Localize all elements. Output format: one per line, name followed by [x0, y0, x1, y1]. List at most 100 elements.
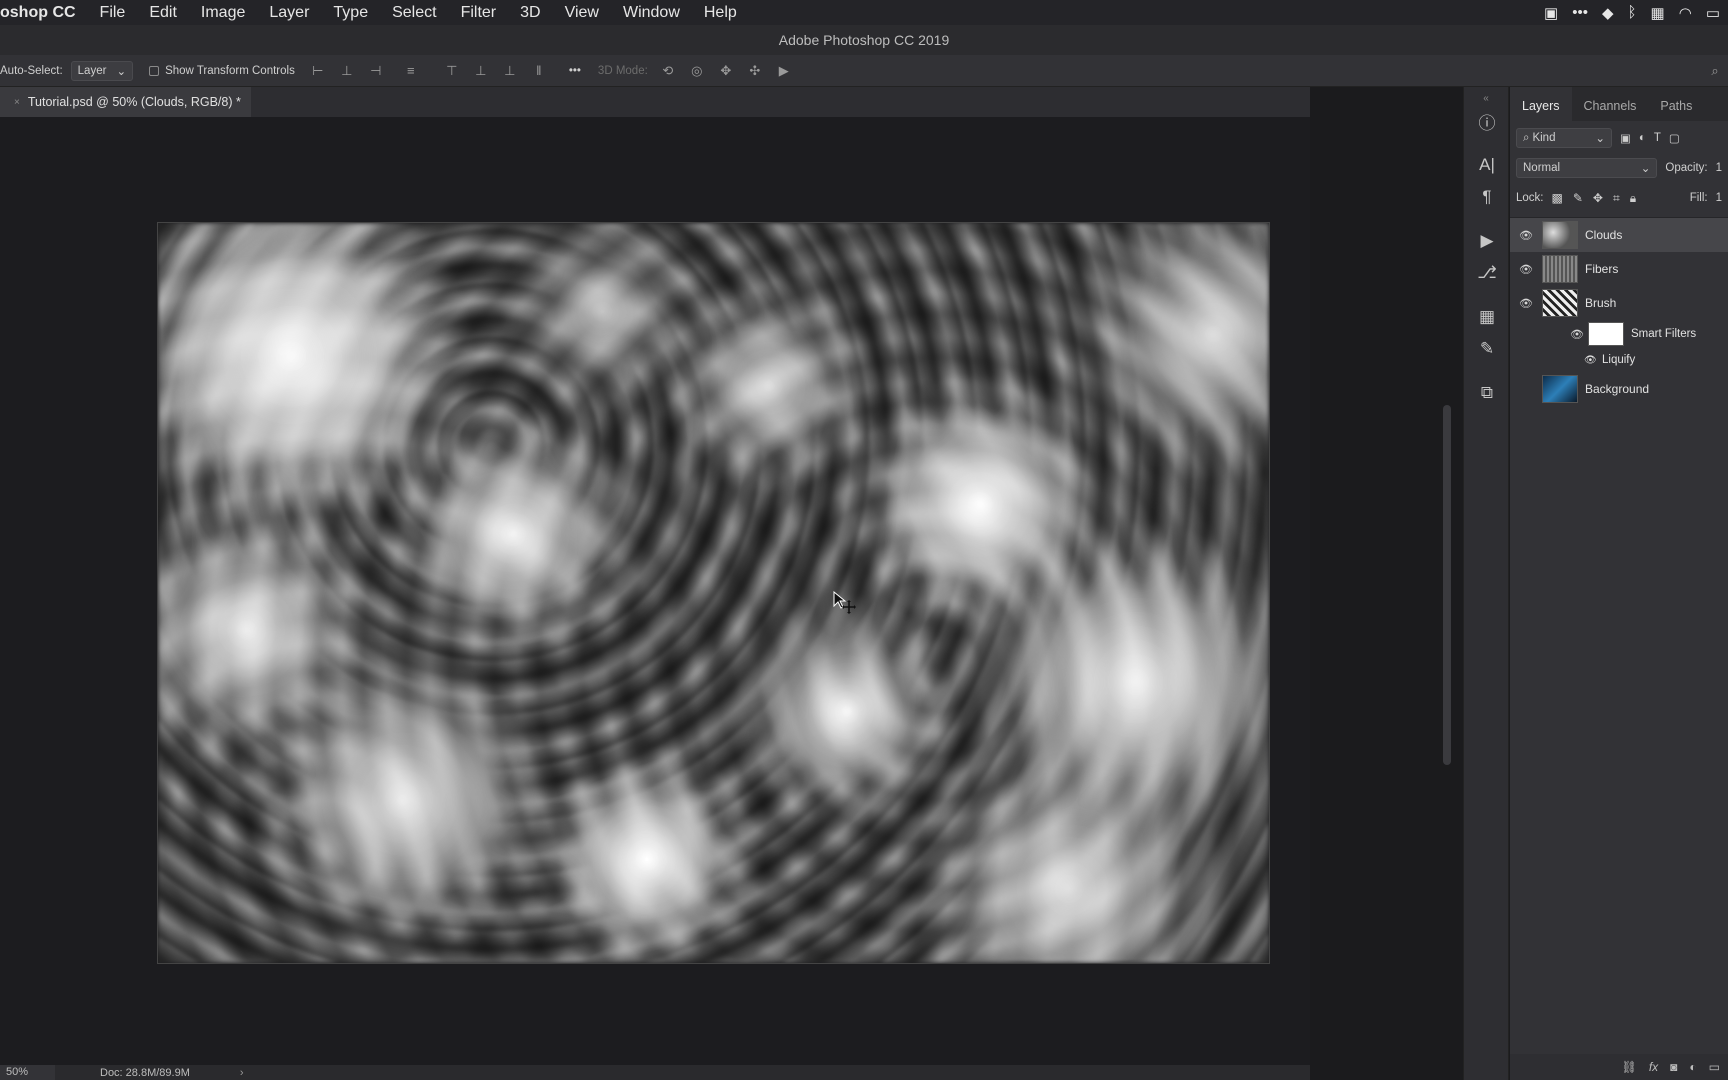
align-top-icon[interactable]: ⊤: [443, 62, 461, 80]
type-filter-icon[interactable]: T: [1654, 132, 1661, 144]
brush-settings-icon[interactable]: ✎: [1464, 333, 1510, 365]
document-canvas[interactable]: [157, 222, 1270, 964]
liquify-filter-row[interactable]: 👁︎ Liquify: [1510, 348, 1728, 372]
link-icon[interactable]: ⛓︎: [1622, 1060, 1637, 1074]
auto-select-dropdown[interactable]: Layer ⌄: [70, 60, 134, 81]
swatches-grid-icon[interactable]: ▦: [1464, 301, 1510, 333]
distribute-icon[interactable]: ≡: [402, 62, 420, 80]
camera-icon[interactable]: ▣: [1544, 4, 1558, 22]
layer-name: Clouds: [1585, 228, 1623, 242]
actions-play-icon[interactable]: ▶: [1464, 225, 1510, 257]
3d-roll-icon[interactable]: ◎: [688, 62, 706, 80]
checkbox[interactable]: [149, 65, 160, 76]
search-icon[interactable]: ⌕: [1706, 62, 1724, 80]
layer-row-fibers[interactable]: 👁︎ Fibers: [1510, 252, 1728, 286]
menu-type[interactable]: Type: [321, 4, 380, 22]
opacity-value[interactable]: 1: [1716, 162, 1722, 174]
dropbox-icon[interactable]: ◆: [1602, 4, 1614, 22]
kind-filter-dropdown[interactable]: ⌕ Kind ⌄: [1516, 128, 1612, 148]
layers-list: 👁︎ Clouds 👁︎ Fibers 👁︎ Brush 👁︎ Smart Fi…: [1510, 217, 1728, 406]
menu-file[interactable]: File: [88, 4, 138, 22]
workspace[interactable]: [0, 117, 1310, 1065]
lock-position-icon[interactable]: ✥: [1593, 191, 1603, 206]
layer-row-brush[interactable]: 👁︎ Brush: [1510, 286, 1728, 320]
character-icon[interactable]: A|: [1464, 149, 1510, 181]
tab-layers[interactable]: Layers: [1510, 87, 1572, 121]
adjustment-filter-icon[interactable]: ◐: [1639, 132, 1646, 144]
move-cursor-icon: [833, 591, 856, 614]
show-transform-controls[interactable]: Show Transform Controls: [149, 65, 295, 77]
menu-filter[interactable]: Filter: [449, 4, 509, 22]
bluetooth-icon[interactable]: ᛒ: [1628, 4, 1637, 21]
mask-icon[interactable]: ◙: [1670, 1060, 1677, 1074]
menu-3d[interactable]: 3D: [508, 4, 552, 22]
align-bottom-icon[interactable]: ⊥: [501, 62, 519, 80]
menu-select[interactable]: Select: [380, 4, 448, 22]
close-icon[interactable]: ×: [14, 97, 20, 108]
fill-value[interactable]: 1: [1716, 192, 1722, 204]
pixel-filter-icon[interactable]: ▣: [1620, 131, 1631, 145]
auto-select-label: Auto-Select:: [0, 64, 63, 77]
menu-view[interactable]: View: [553, 4, 611, 22]
align-middle-icon[interactable]: ⊥: [472, 62, 490, 80]
blend-mode-value: Normal: [1523, 162, 1561, 174]
window-icon[interactable]: ▦: [1651, 4, 1665, 22]
layer-row-background[interactable]: Background: [1510, 372, 1728, 406]
shape-filter-icon[interactable]: ▢: [1669, 131, 1680, 145]
eye-icon[interactable]: 👁︎: [1566, 328, 1588, 341]
tab-channels[interactable]: Channels: [1572, 99, 1649, 121]
more-icon[interactable]: •••: [1572, 4, 1588, 21]
fx-icon[interactable]: fx: [1649, 1060, 1658, 1074]
layer-thumbnail: [1542, 375, 1578, 403]
align-center-icon[interactable]: ⊥: [338, 62, 356, 80]
lock-all-icon[interactable]: 🔒︎: [1630, 191, 1636, 206]
info-icon[interactable]: ⓘ: [1464, 105, 1510, 137]
menu-window[interactable]: Window: [611, 4, 692, 22]
layer-thumbnail: [1542, 221, 1578, 249]
align-left-icon[interactable]: ⊢: [309, 62, 327, 80]
clone-source-icon[interactable]: ⧉: [1464, 377, 1510, 409]
lock-artboard-icon[interactable]: ⌗: [1613, 191, 1620, 206]
menu-help[interactable]: Help: [692, 4, 749, 22]
tab-paths[interactable]: Paths: [1648, 99, 1704, 121]
3d-drag-icon[interactable]: ✥: [717, 62, 735, 80]
layers-panel: Layers Channels Paths ⌕ Kind ⌄ ▣ ◐ T ▢ N…: [1510, 87, 1728, 1080]
document-tab-title: Tutorial.psd @ 50% (Clouds, RGB/8) *: [27, 95, 241, 109]
menu-layer[interactable]: Layer: [257, 4, 321, 22]
window-title: Adobe Photoshop CC 2019: [0, 25, 1728, 55]
chevron-down-icon: ⌄: [116, 65, 127, 78]
wifi-icon[interactable]: ◠: [1679, 4, 1692, 22]
3d-rotate-icon[interactable]: ⟲: [659, 62, 677, 80]
lock-pixels-icon[interactable]: ✎: [1573, 191, 1583, 206]
more-options-button[interactable]: •••: [569, 65, 581, 77]
status-icons: ▣ ••• ◆ ᛒ ▦ ◠ ▭: [1544, 0, 1728, 25]
menu-image[interactable]: Image: [189, 4, 257, 22]
eye-icon[interactable]: 👁︎: [1510, 263, 1542, 276]
panel-footer: ⛓︎ fx ◙ ◐ ▭: [1510, 1054, 1728, 1080]
layer-row-clouds[interactable]: 👁︎ Clouds: [1510, 218, 1728, 252]
collapse-icon[interactable]: «: [1464, 93, 1508, 105]
smart-filters-row[interactable]: 👁︎ Smart Filters: [1510, 320, 1728, 348]
adjustment-icon[interactable]: ◐: [1689, 1060, 1696, 1074]
layer-thumbnail: [1542, 255, 1578, 283]
battery-icon[interactable]: ▭: [1706, 4, 1720, 22]
app-name[interactable]: oshop CC: [0, 4, 88, 22]
menu-edit[interactable]: Edit: [137, 4, 189, 22]
zoom-level[interactable]: 50%: [0, 1065, 55, 1080]
folder-icon[interactable]: ▭: [1709, 1060, 1720, 1074]
paragraph-icon[interactable]: ¶: [1464, 181, 1510, 213]
chevron-down-icon: ⌄: [1640, 163, 1651, 175]
3d-slide-icon[interactable]: ✣: [746, 62, 764, 80]
document-tab[interactable]: × Tutorial.psd @ 50% (Clouds, RGB/8) *: [0, 87, 251, 117]
eye-icon[interactable]: 👁︎: [1584, 355, 1602, 366]
lock-transparent-icon[interactable]: ▩: [1552, 191, 1563, 206]
blend-mode-dropdown[interactable]: Normal ⌄: [1516, 158, 1658, 178]
3d-camera-icon[interactable]: ▶: [775, 62, 793, 80]
eye-icon[interactable]: 👁︎: [1510, 297, 1542, 310]
align-right-icon[interactable]: ⊣: [367, 62, 385, 80]
distribute-vertical-icon[interactable]: ‖: [530, 62, 548, 80]
history-icon[interactable]: ⎇: [1464, 257, 1510, 289]
vertical-scrollbar[interactable]: [1443, 405, 1451, 765]
eye-icon[interactable]: 👁︎: [1510, 229, 1542, 242]
status-menu-arrow[interactable]: ›: [240, 1067, 244, 1079]
